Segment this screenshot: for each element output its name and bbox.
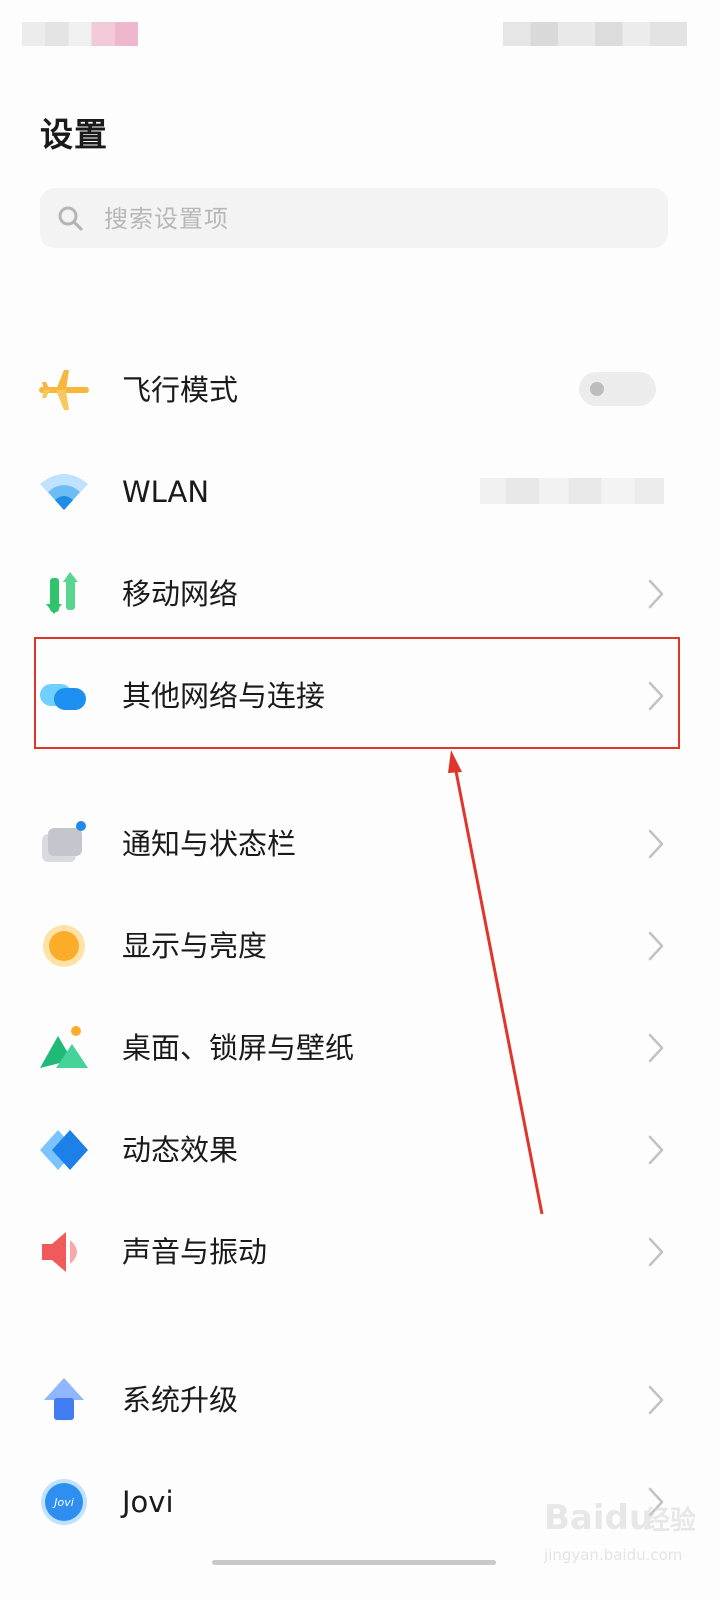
- chevron-right-icon: [646, 1031, 666, 1065]
- settings-item-system-update[interactable]: 系统升级: [0, 1350, 720, 1450]
- chevron-right-icon: [646, 1383, 666, 1417]
- settings-item-label: 显示与亮度: [122, 929, 268, 963]
- notification-icon: [38, 818, 90, 870]
- jovi-icon-text: Jovi: [52, 1496, 74, 1509]
- settings-item-sound[interactable]: 声音与振动: [0, 1202, 720, 1302]
- settings-item-label: WLAN: [122, 475, 210, 509]
- watermark-brand-cn: 经验: [644, 1506, 697, 1536]
- baidu-watermark: Baidu 经验 jingyan.baidu.com: [540, 1488, 710, 1578]
- update-arrow-icon: [38, 1374, 90, 1426]
- settings-list: 飞行模式 WLAN 移动网络 其他网络与连接 通知与状态栏 显示与亮度 桌面、锁…: [0, 0, 720, 1600]
- settings-item-label: 通知与状态栏: [122, 827, 297, 861]
- settings-item-mobile-network[interactable]: 移动网络: [0, 544, 720, 644]
- settings-item-label: 桌面、锁屏与壁纸: [122, 1031, 355, 1065]
- airplane-mode-toggle[interactable]: [579, 372, 656, 406]
- chevron-right-icon: [646, 1133, 666, 1167]
- wallpaper-icon: [38, 1022, 90, 1074]
- watermark-url: jingyan.baidu.com: [544, 1546, 683, 1564]
- settings-item-label: 移动网络: [122, 577, 239, 611]
- wlan-network-value-blurred: [480, 478, 664, 504]
- home-indicator[interactable]: [212, 1560, 496, 1565]
- settings-item-label: 声音与振动: [122, 1235, 268, 1269]
- connection-icon: [38, 670, 90, 722]
- settings-item-display[interactable]: 显示与亮度: [0, 896, 720, 996]
- mobile-data-icon: [38, 568, 90, 620]
- settings-item-label: 飞行模式: [122, 373, 239, 407]
- chevron-right-icon: [646, 577, 666, 611]
- chevron-right-icon: [646, 679, 666, 713]
- brightness-icon: [38, 920, 90, 972]
- settings-item-label: 动态效果: [122, 1133, 239, 1167]
- settings-item-notifications[interactable]: 通知与状态栏: [0, 794, 720, 894]
- jovi-icon: Jovi: [38, 1476, 90, 1528]
- chevron-right-icon: [646, 929, 666, 963]
- toggle-knob: [590, 382, 604, 396]
- settings-item-animation[interactable]: 动态效果: [0, 1100, 720, 1200]
- animation-icon: [38, 1124, 90, 1176]
- chevron-right-icon: [646, 1235, 666, 1269]
- sound-icon: [38, 1226, 90, 1278]
- chevron-right-icon: [646, 827, 666, 861]
- settings-item-wallpaper[interactable]: 桌面、锁屏与壁纸: [0, 998, 720, 1098]
- settings-item-label: Jovi: [122, 1485, 174, 1519]
- wifi-icon: [38, 466, 90, 518]
- settings-item-label: 其他网络与连接: [122, 679, 326, 713]
- settings-item-other-connections[interactable]: 其他网络与连接: [0, 646, 720, 746]
- settings-item-label: 系统升级: [122, 1383, 239, 1417]
- watermark-brand: Baidu: [544, 1498, 654, 1538]
- airplane-icon: [38, 364, 90, 416]
